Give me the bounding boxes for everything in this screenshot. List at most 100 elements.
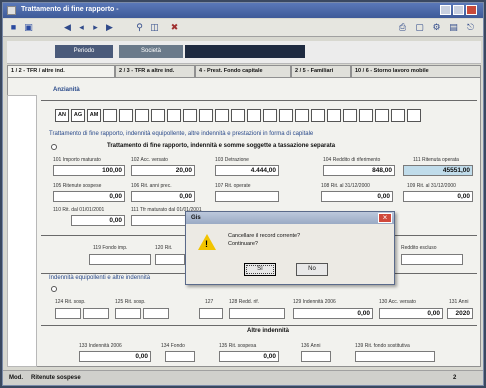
field-104[interactable]: 848,00 [323, 165, 395, 176]
box-empty[interactable] [327, 109, 341, 122]
last-icon[interactable]: ▶ [103, 21, 116, 34]
field-103[interactable]: 4.444,00 [215, 165, 279, 176]
status-bar: Mod. Ritenute sospese 2 [3, 370, 483, 385]
field-102[interactable]: 20,00 [131, 165, 195, 176]
field-105[interactable]: 0,00 [53, 191, 125, 202]
label-133: 133 Indennità 2006 [79, 343, 122, 349]
field-107[interactable] [215, 191, 279, 202]
delete-icon[interactable]: ✖ [168, 21, 181, 34]
field-125a[interactable] [115, 308, 141, 319]
dialog-ok-button[interactable]: Sì [244, 263, 276, 276]
tab-familiari[interactable]: 2 / 5 - Familiari [291, 65, 351, 77]
dialog-message-continue: Continuare? [228, 241, 258, 247]
dialog-close-icon[interactable]: × [378, 213, 392, 223]
print-icon[interactable]: ⎙ [396, 21, 409, 34]
status-mode: Mod. [9, 375, 23, 381]
box-empty[interactable] [391, 109, 405, 122]
label-105: 105 Ritenute sospese [53, 183, 102, 189]
societa-value [185, 45, 305, 58]
first-record-icon[interactable]: ◀ [61, 21, 74, 34]
field-119[interactable] [89, 254, 151, 265]
save-icon[interactable]: ■ [7, 21, 20, 34]
export-icon[interactable]: ▤ [447, 21, 460, 34]
header-strip: Periodo Società [7, 41, 481, 64]
next-icon[interactable]: ▸ [89, 21, 102, 34]
field-129[interactable]: 0,00 [293, 308, 373, 319]
field-128[interactable] [229, 308, 285, 319]
dialog-message: Cancellare il record corrente? [228, 233, 301, 239]
field-124b[interactable] [83, 308, 109, 319]
box-an[interactable]: AN [55, 109, 69, 122]
preview-icon[interactable]: ▢ [413, 21, 426, 34]
field-133[interactable]: 0,00 [79, 351, 151, 362]
label-104: 104 Reddito di riferimento [323, 157, 381, 163]
box-am[interactable]: AM [87, 109, 101, 122]
periodo-button[interactable]: Periodo [55, 45, 113, 58]
label-109: 109 Rit. al 31/12/2000 [407, 183, 456, 189]
box-empty[interactable] [183, 109, 197, 122]
field-101[interactable]: 100,00 [53, 165, 125, 176]
box-empty[interactable] [199, 109, 213, 122]
label-108: 108 Rit. al 31/12/2000 [321, 183, 370, 189]
maximize-button[interactable] [453, 5, 464, 15]
toolbar: ■ ▣ ◀ ◂ ▸ ▶ ⚲ ◫ ✖ ⎙ ▢ ⚙ ▤ ⎋ [3, 19, 483, 37]
disk-icon[interactable]: ▣ [22, 21, 35, 34]
field-130[interactable]: 0,00 [379, 308, 443, 319]
field-139[interactable] [355, 351, 435, 362]
label-120: 120 Rit. [155, 245, 173, 251]
radio-tfr[interactable] [51, 144, 57, 150]
field-120[interactable] [155, 254, 185, 265]
divider [41, 325, 477, 326]
box-empty[interactable] [295, 109, 309, 122]
field-108[interactable]: 0,00 [321, 191, 393, 202]
box-empty[interactable] [343, 109, 357, 122]
box-empty[interactable] [375, 109, 389, 122]
field-131[interactable]: 2020 [447, 308, 473, 319]
box-empty[interactable] [231, 109, 245, 122]
field-reddito-escluso[interactable] [401, 254, 463, 265]
field-106[interactable]: 0,00 [131, 191, 195, 202]
label-125: 125 Rit. sosp. [115, 299, 146, 305]
search-icon[interactable]: ⚲ [133, 21, 146, 34]
box-empty[interactable] [151, 109, 165, 122]
prev-icon[interactable]: ◂ [75, 21, 88, 34]
field-110[interactable]: 0,00 [71, 215, 125, 226]
box-empty[interactable] [311, 109, 325, 122]
field-125b[interactable] [143, 308, 169, 319]
settings-icon[interactable]: ⚙ [430, 21, 443, 34]
box-ag[interactable]: AG [71, 109, 85, 122]
box-empty[interactable] [167, 109, 181, 122]
field-136[interactable] [301, 351, 331, 362]
box-empty[interactable] [215, 109, 229, 122]
box-empty[interactable] [247, 109, 261, 122]
field-111[interactable]: 45551,00 [403, 165, 473, 176]
copy-icon[interactable]: ◫ [148, 21, 161, 34]
label-reddito-escluso: Reddito escluso [401, 245, 437, 251]
field-127[interactable] [199, 308, 223, 319]
dialog-no-button[interactable]: No [296, 263, 328, 276]
tab-prest-fondo[interactable]: 4 - Prest. Fondo capitale [195, 65, 291, 77]
close-button[interactable] [466, 5, 477, 15]
box-empty[interactable] [407, 109, 421, 122]
label-111: 111 Ritenuta operata [413, 157, 459, 163]
box-empty[interactable] [119, 109, 133, 122]
field-109[interactable]: 0,00 [403, 191, 473, 202]
minimize-button[interactable] [440, 5, 451, 15]
label-103: 103 Detrazione [215, 157, 249, 163]
field-135[interactable]: 0,00 [219, 351, 279, 362]
box-empty[interactable] [263, 109, 277, 122]
box-empty[interactable] [359, 109, 373, 122]
label-127: 127 [205, 299, 214, 305]
field-134[interactable] [165, 351, 195, 362]
tab-altre-ind[interactable]: 2 / 3 - TFR a altre ind. [115, 65, 195, 77]
label-107: 107 Rit. operate [215, 183, 251, 189]
exit-icon[interactable]: ⎋ [464, 21, 477, 34]
field-124a[interactable] [55, 308, 81, 319]
left-gutter [7, 95, 37, 367]
tab-storno[interactable]: 10 / 6 - Storno lavoro mobile [351, 65, 481, 77]
box-empty[interactable] [103, 109, 117, 122]
box-empty[interactable] [135, 109, 149, 122]
box-empty[interactable] [279, 109, 293, 122]
label-129: 129 Indennità 2006 [293, 299, 336, 305]
radio-indennita[interactable] [51, 286, 57, 292]
